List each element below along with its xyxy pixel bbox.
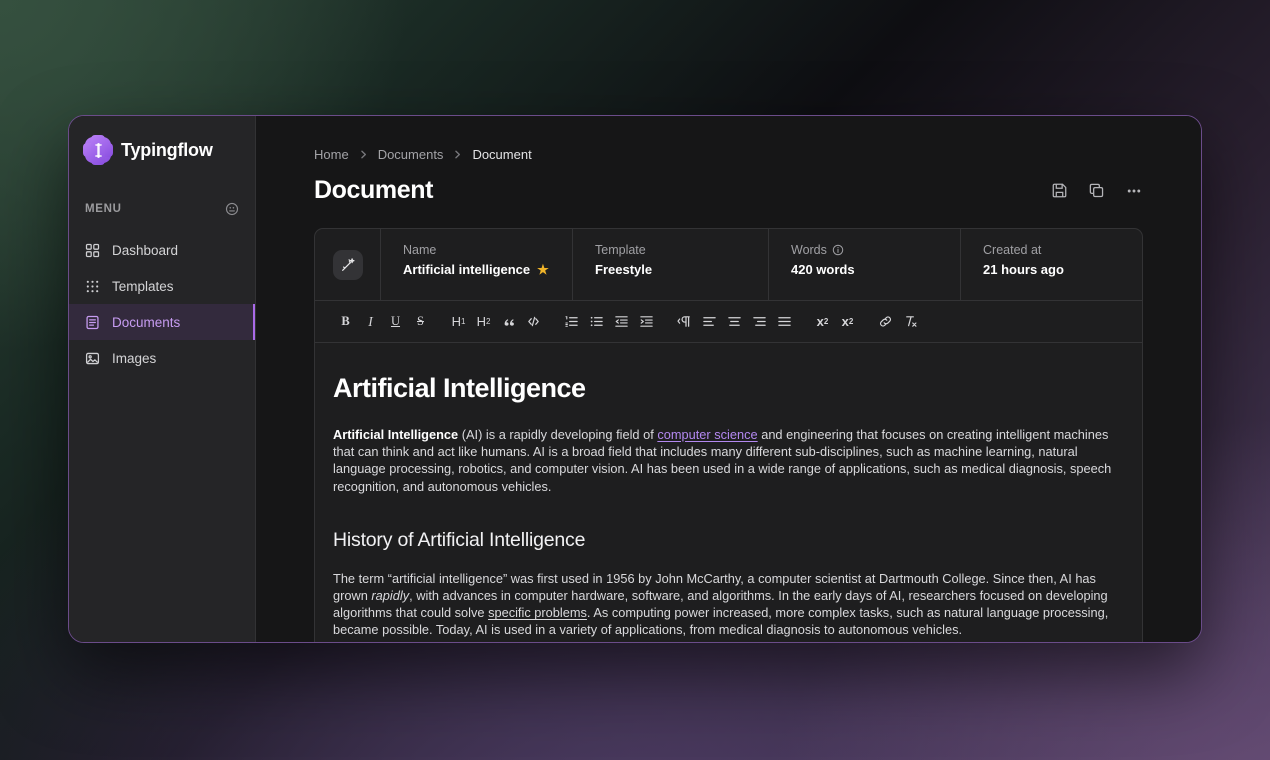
computer-science-link[interactable]: computer science [657, 427, 757, 442]
toolbar-group-blocks: H1 H2 [448, 311, 544, 332]
bold-button[interactable]: B [335, 311, 356, 332]
breadcrumb-item-documents[interactable]: Documents [378, 147, 444, 162]
meta-label: Template [595, 243, 646, 257]
clear-formatting-button[interactable] [900, 311, 921, 332]
blockquote-button[interactable] [498, 311, 519, 332]
heading-1-button[interactable]: H1 [448, 311, 469, 332]
heading-2-button[interactable]: H2 [473, 311, 494, 332]
menu-heading-row: MENU [69, 200, 255, 218]
document-paragraph-1: Artificial Intelligence (AI) is a rapidl… [333, 426, 1115, 495]
save-disk-icon[interactable] [1051, 182, 1068, 199]
align-right-button[interactable] [749, 311, 770, 332]
document-content[interactable]: Artificial Intelligence Artificial Intel… [315, 343, 1142, 642]
meta-label: Name [403, 243, 437, 257]
text-direction-button[interactable] [674, 311, 695, 332]
align-left-button[interactable] [699, 311, 720, 332]
word-count-value: 420 words [791, 262, 855, 277]
document-icon-cell [315, 229, 381, 300]
document-meta-bar: Name Artificial intelligence ★ Template … [315, 229, 1142, 301]
app-window: Typingflow MENU Dashboard Templates Docu… [68, 115, 1202, 643]
brand-name: Typingflow [121, 139, 213, 160]
menu-heading-label: MENU [85, 203, 122, 215]
paragraph-1-before-link: (AI) is a rapidly developing field of [458, 427, 658, 442]
breadcrumb-item-home[interactable]: Home [314, 147, 349, 162]
sidebar-nav: Dashboard Templates Documents Images [69, 232, 255, 376]
toolbar-group-lists [561, 311, 657, 332]
sidebar: Typingflow MENU Dashboard Templates Docu… [69, 116, 256, 642]
sidebar-item-label: Documents [112, 314, 181, 330]
sidebar-item-label: Dashboard [112, 242, 179, 258]
italic-button[interactable]: I [360, 311, 381, 332]
meta-label-wrapper: Words [791, 243, 960, 257]
paragraph-2-underline: specific problems [488, 605, 587, 621]
superscript-button[interactable]: x2 [837, 311, 858, 332]
sidebar-item-images[interactable]: Images [69, 340, 255, 376]
toolbar-group-alignment [674, 311, 795, 332]
chevron-right-icon [452, 149, 463, 160]
code-block-button[interactable] [523, 311, 544, 332]
document-name-value: Artificial intelligence [403, 262, 531, 277]
breadcrumb-item-document[interactable]: Document [472, 147, 531, 162]
subscript-button[interactable]: x2 [812, 311, 833, 332]
document-paragraph-2: The term “artificial intelligence” was f… [333, 570, 1115, 639]
document-heading-1: Artificial Intelligence [333, 373, 586, 403]
formatting-toolbar: B I U S H1 H2 x 2 x 2 [315, 301, 1142, 343]
magic-wand-icon[interactable] [332, 249, 363, 280]
outdent-button[interactable] [611, 311, 632, 332]
copy-icon[interactable] [1088, 182, 1105, 199]
sidebar-item-label: Images [112, 350, 157, 366]
page-title-row: Document [256, 162, 1201, 205]
dots-grid-icon [85, 279, 101, 294]
breadcrumb: Home Documents Document [256, 146, 1201, 162]
align-center-button[interactable] [724, 311, 745, 332]
document-editor-card: Name Artificial intelligence ★ Template … [314, 228, 1143, 642]
paragraph-1-lead: Artificial Intelligence [333, 427, 459, 442]
desktop-background: Typingflow MENU Dashboard Templates Docu… [0, 0, 1270, 760]
page-title: Document [314, 176, 434, 204]
strikethrough-button[interactable]: S [410, 311, 431, 332]
sidebar-item-documents[interactable]: Documents [69, 304, 255, 340]
indent-button[interactable] [636, 311, 657, 332]
meta-field-words: Words 420 words [769, 229, 961, 300]
insert-link-button[interactable] [875, 311, 896, 332]
sidebar-item-dashboard[interactable]: Dashboard [69, 232, 255, 268]
meta-field-name: Name Artificial intelligence ★ [381, 229, 573, 300]
brand-logo-area[interactable]: Typingflow [69, 130, 255, 170]
created-at-value: 21 hours ago [983, 262, 1064, 277]
toolbar-group-script: x2 x2 [812, 311, 858, 332]
template-value: Freestyle [595, 262, 653, 277]
chevron-right-icon [358, 149, 369, 160]
paragraph-2-italic: rapidly [371, 588, 410, 604]
align-justify-button[interactable] [774, 311, 795, 332]
page-actions [1051, 182, 1143, 200]
toolbar-group-text-style: B I U S [335, 311, 431, 332]
meta-label: Words [791, 243, 827, 257]
underline-button[interactable]: U [385, 311, 406, 332]
ordered-list-button[interactable] [561, 311, 582, 332]
grid-squares-icon [85, 243, 101, 258]
sidebar-item-templates[interactable]: Templates [69, 268, 255, 304]
document-list-icon [85, 315, 101, 330]
ellipsis-icon[interactable] [1125, 182, 1143, 200]
help-circle-icon[interactable] [225, 202, 239, 216]
main-content: Home Documents Document Document Name Ar… [256, 116, 1201, 642]
chip-brain-icon [83, 135, 113, 165]
info-circle-icon[interactable] [832, 244, 844, 256]
meta-field-created-at: Created at 21 hours ago [961, 229, 1142, 300]
image-icon [85, 351, 101, 366]
bullet-list-button[interactable] [586, 311, 607, 332]
document-heading-2: History of Artificial Intelligence [333, 528, 586, 551]
meta-value-wrapper: Artificial intelligence ★ [403, 262, 572, 277]
sidebar-item-label: Templates [112, 278, 174, 294]
meta-field-template: Template Freestyle [573, 229, 769, 300]
meta-label: Created at [983, 243, 1042, 257]
toolbar-group-misc [875, 311, 921, 332]
star-icon[interactable]: ★ [537, 263, 549, 276]
